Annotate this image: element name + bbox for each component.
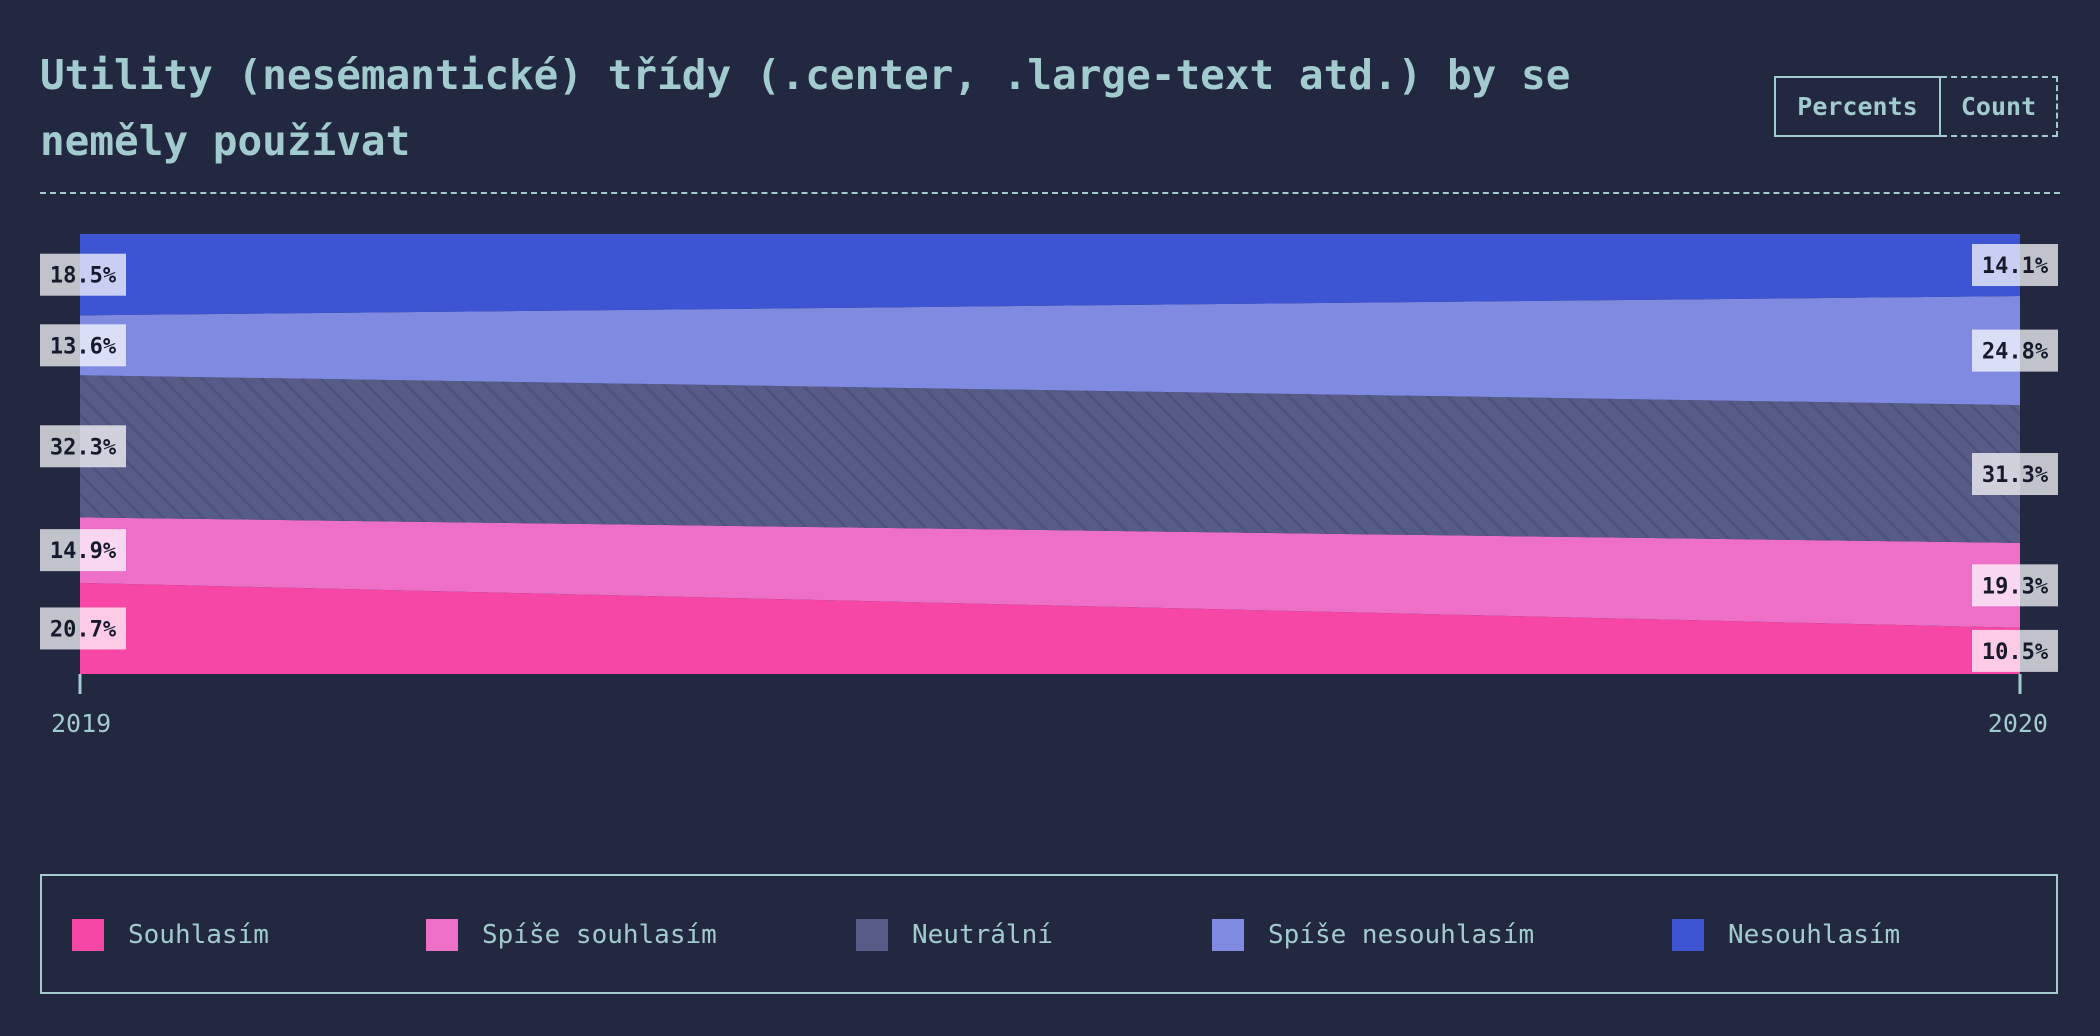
x-axis: 2019 2020 <box>51 674 2048 738</box>
legend-label: Spíše souhlasím <box>482 920 717 950</box>
value-label-spise-nesouhlasim-2020: 24.8% <box>1972 329 2058 372</box>
value-label-souhlasim-2019: 20.7% <box>40 607 126 650</box>
legend-swatch <box>856 919 888 951</box>
legend-item-nesouhlasim[interactable]: Nesouhlasím <box>1672 918 1900 952</box>
legend-item-neutralni[interactable]: Neutrální <box>856 918 1053 952</box>
areas-layer <box>80 234 2020 674</box>
value-label-spise-souhlasim-2019: 14.9% <box>40 529 126 572</box>
legend-label: Spíše nesouhlasím <box>1268 920 1535 950</box>
legend-label: Neutrální <box>912 920 1053 950</box>
value-label-spise-nesouhlasim-2019: 13.6% <box>40 324 126 367</box>
legend-swatch <box>1212 919 1244 951</box>
legend-item-souhlasim[interactable]: Souhlasím <box>72 918 269 952</box>
value-label-text: 32.3% <box>50 435 117 460</box>
value-label-text: 18.5% <box>50 264 117 289</box>
value-label-text: 19.3% <box>1982 574 2049 599</box>
value-label-text: 31.3% <box>1982 463 2049 488</box>
x-tick-label-2019: 2019 <box>51 709 111 738</box>
value-label-text: 14.9% <box>50 539 117 564</box>
value-label-text: 20.7% <box>50 617 117 642</box>
legend-item-spise-souhlasim[interactable]: Spíše souhlasím <box>426 918 717 952</box>
value-label-text: 10.5% <box>1982 640 2049 665</box>
value-label-spise-souhlasim-2020: 19.3% <box>1972 564 2058 607</box>
legend-label: Nesouhlasím <box>1728 920 1901 950</box>
value-label-nesouhlasim-2019: 18.5% <box>40 253 126 296</box>
value-label-neutralni-2019: 32.3% <box>40 425 126 468</box>
value-label-nesouhlasim-2020: 14.1% <box>1972 244 2058 287</box>
value-label-text: 24.8% <box>1982 340 2049 365</box>
legend-swatch <box>72 919 104 951</box>
value-label-neutralni-2020: 31.3% <box>1972 453 2058 496</box>
legend-label: Souhlasím <box>128 920 269 950</box>
x-tick-label-2020: 2020 <box>1988 709 2048 738</box>
legend-swatch <box>1672 919 1704 951</box>
legend-swatch <box>426 919 458 951</box>
value-label-text: 13.6% <box>50 334 117 359</box>
stacked-area-chart: 2019 2020 20.7% 10.5% 14.9% 19.3% 32.3% 31.3% 1… <box>40 234 2058 738</box>
value-label-text: 14.1% <box>1982 254 2049 279</box>
legend: Souhlasím Spíše souhlasím Neutrální Spíše n… <box>40 874 2058 994</box>
legend-item-spise-nesouhlasim[interactable]: Spíše nesouhlasím <box>1212 918 1534 952</box>
value-label-souhlasim-2020: 10.5% <box>1972 629 2058 672</box>
